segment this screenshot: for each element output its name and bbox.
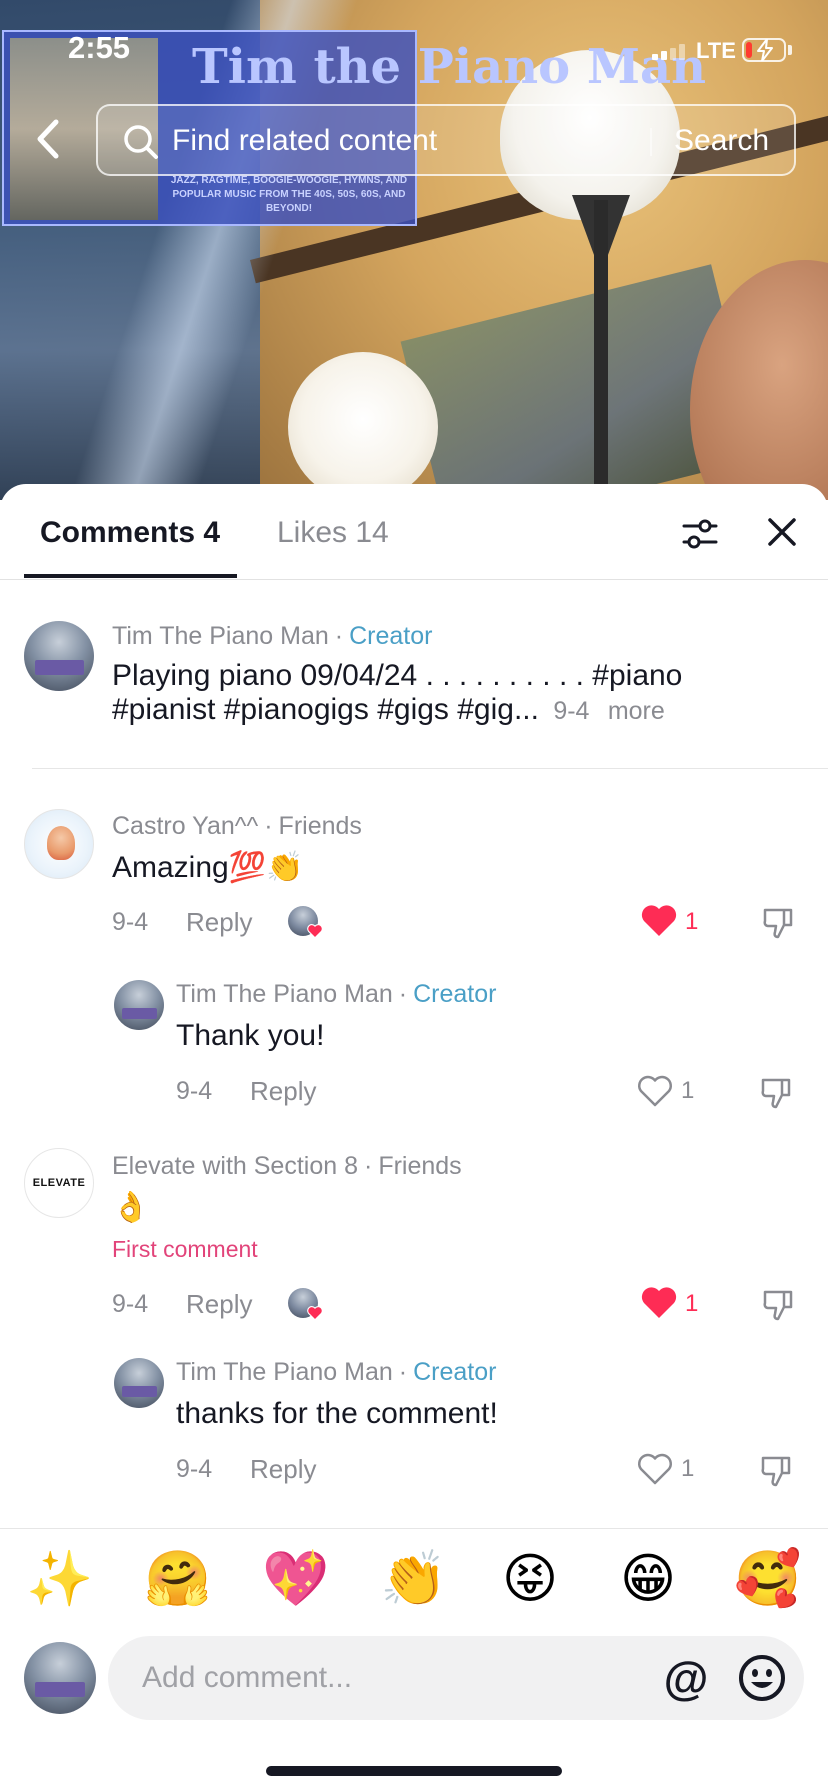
banner-title: Tim the Piano Man — [192, 39, 706, 95]
dislike-icon[interactable] — [758, 1452, 794, 1488]
mention-button[interactable]: @ — [660, 1652, 712, 1704]
quick-emoji[interactable]: 🥰 — [734, 1547, 801, 1611]
post-date: 9-4 — [553, 697, 590, 725]
post-author-line: Tim The Piano Man · Creator — [112, 622, 433, 650]
heart-outline-icon[interactable] — [636, 1452, 674, 1486]
back-arrow-icon[interactable] — [28, 114, 68, 164]
heart-outline-icon[interactable] — [636, 1074, 674, 1108]
battery-icon — [742, 38, 786, 62]
sheet-tabs: Comments 4 Likes 14 — [0, 484, 828, 580]
home-indicator[interactable] — [266, 1766, 562, 1776]
avatar[interactable] — [24, 621, 94, 691]
post-author[interactable]: Tim The Piano Man — [112, 622, 329, 650]
reply-button[interactable]: Reply — [186, 907, 252, 938]
comment-text: Amazing💯👏 — [112, 851, 304, 884]
heart-filled-icon[interactable] — [640, 1286, 678, 1320]
close-icon[interactable] — [764, 514, 800, 550]
avatar[interactable] — [114, 980, 164, 1030]
reply-text: thanks for the comment! — [176, 1397, 498, 1430]
creator-liked-heart-icon — [307, 1306, 323, 1321]
quick-emoji[interactable]: ✨ — [26, 1547, 93, 1611]
comment-text: 👌 — [112, 1191, 150, 1224]
comment-date: 9-4 — [112, 908, 149, 936]
reply-date: 9-4 — [176, 1077, 213, 1105]
comment-date: 9-4 — [112, 1290, 149, 1318]
dislike-icon[interactable] — [760, 1286, 796, 1322]
reply-button[interactable]: Reply — [186, 1289, 252, 1320]
avatar[interactable] — [24, 809, 94, 879]
video-background[interactable]: Tim the Piano Man JAZZ, RAGTIME, BOOGIE-… — [0, 0, 828, 500]
dislike-icon[interactable] — [760, 904, 796, 940]
post-caption-line1: Playing piano 09/04/24 . . . . . . . . .… — [112, 659, 683, 692]
tab-comments[interactable]: Comments 4 — [40, 516, 220, 550]
post-caption-line2: #pianist #pianogigs #gigs #gig... — [112, 693, 539, 726]
comment-author[interactable]: Elevate with Section 8 — [112, 1152, 358, 1180]
tab-likes[interactable]: Likes 14 — [277, 516, 389, 550]
search-divider — [650, 128, 652, 156]
friends-badge: Friends — [378, 1152, 462, 1180]
reply-button[interactable]: Reply — [250, 1076, 316, 1107]
signal-icon — [652, 44, 685, 60]
search-button[interactable]: Search — [674, 124, 769, 158]
search-bar[interactable]: Search — [96, 104, 796, 176]
comment-input[interactable] — [142, 1656, 622, 1700]
avatar[interactable]: ELEVATE — [24, 1148, 94, 1218]
creator-liked-heart-icon — [307, 924, 323, 939]
emoji-picker-icon[interactable] — [736, 1652, 788, 1704]
quick-emoji[interactable]: 😁 — [616, 1547, 680, 1611]
like-count: 1 — [685, 908, 699, 935]
quick-emoji[interactable]: 😝 — [498, 1547, 562, 1611]
comment-author-line: Castro Yan^^ · Friends — [112, 812, 362, 840]
heart-filled-icon[interactable] — [640, 904, 678, 938]
creator-badge: Creator — [349, 622, 433, 650]
video-scene-lamp-stand — [594, 200, 608, 500]
video-scene-lamp-small — [288, 352, 438, 500]
reply-author-line: Tim The Piano Man · Creator — [176, 980, 497, 1008]
reply-author-line: Tim The Piano Man · Creator — [176, 1358, 497, 1386]
quick-emoji-bar: ✨ 🤗 💖 👏 😝 😁 🥰 — [0, 1528, 828, 1632]
creator-badge: Creator — [413, 1358, 497, 1386]
network-label: LTE — [696, 38, 736, 63]
search-input[interactable] — [172, 120, 632, 162]
divider — [32, 768, 828, 769]
post-caption: #pianist #pianogigs #gigs #gig... 9-4 mo… — [112, 692, 665, 729]
banner-subtitle: JAZZ, RAGTIME, BOOGIE-WOOGIE, HYMNS, AND… — [170, 175, 408, 214]
my-avatar[interactable] — [24, 1642, 96, 1714]
comment-author[interactable]: Castro Yan^^ — [112, 812, 258, 840]
dislike-icon[interactable] — [758, 1074, 794, 1110]
like-count: 1 — [681, 1455, 695, 1482]
active-tab-indicator — [24, 574, 237, 578]
like-count: 1 — [685, 1290, 699, 1317]
reply-author[interactable]: Tim The Piano Man — [176, 1358, 393, 1386]
quick-emoji[interactable]: 🤗 — [144, 1547, 211, 1611]
filter-icon[interactable] — [680, 514, 720, 554]
quick-emoji[interactable]: 👏 — [380, 1547, 447, 1611]
status-time: 2:55 — [68, 30, 131, 65]
reply-button[interactable]: Reply — [250, 1454, 316, 1485]
comment-box[interactable]: @ — [108, 1636, 804, 1720]
reply-date: 9-4 — [176, 1455, 213, 1483]
more-link[interactable]: more — [608, 697, 665, 725]
battery-tip — [788, 45, 792, 55]
reply-text: Thank you! — [176, 1019, 325, 1052]
quick-emoji[interactable]: 💖 — [262, 1547, 329, 1611]
comment-author-line: Elevate with Section 8 · Friends — [112, 1152, 462, 1180]
first-comment-tag: First comment — [112, 1236, 258, 1262]
avatar-logo-text: ELEVATE — [32, 1177, 86, 1189]
search-icon — [124, 125, 158, 159]
like-count: 1 — [681, 1077, 695, 1104]
reply-author[interactable]: Tim The Piano Man — [176, 980, 393, 1008]
creator-badge: Creator — [413, 980, 497, 1008]
friends-badge: Friends — [278, 812, 362, 840]
avatar[interactable] — [114, 1358, 164, 1408]
